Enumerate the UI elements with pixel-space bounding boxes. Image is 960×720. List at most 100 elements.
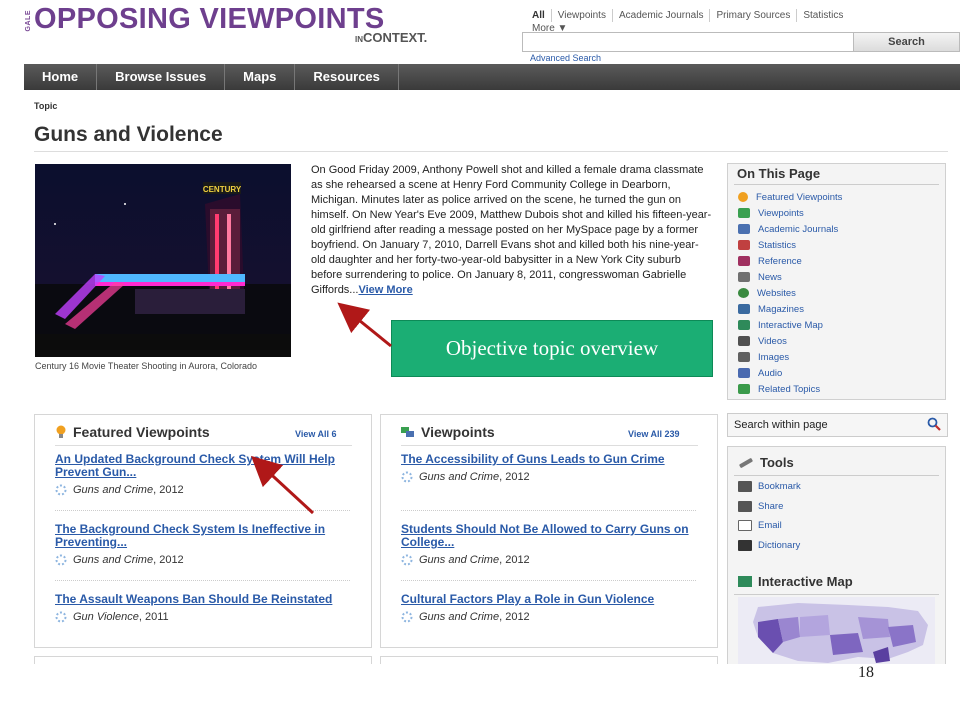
otp-videos[interactable]: Videos (738, 333, 842, 349)
nav-resources[interactable]: Resources (295, 64, 399, 90)
source-spinner-icon (401, 471, 413, 483)
century-sign: CENTURY (203, 185, 242, 194)
featured-item-source: Guns and Crime, 2012 (55, 554, 355, 566)
bookmark-icon (738, 481, 752, 493)
interactive-map-title: Interactive Map (738, 574, 853, 589)
nav-browse-issues[interactable]: Browse Issues (97, 64, 226, 90)
otp-label: Images (758, 351, 790, 363)
in-context-logo: INCONTEXT. (355, 30, 427, 45)
search-within-page[interactable]: Search within page (727, 413, 948, 437)
globe-icon (738, 288, 749, 298)
source-title: Gun Violence (73, 611, 139, 623)
us-map (753, 603, 928, 663)
topic-overview: On Good Friday 2009, Anthony Powell shot… (311, 163, 713, 298)
otp-viewpoints[interactable]: Viewpoints (738, 205, 842, 221)
search-tab-all[interactable]: All (532, 9, 552, 22)
search-button[interactable]: Search (853, 32, 960, 52)
otp-reference[interactable]: Reference (738, 253, 842, 269)
magnifier-icon[interactable] (927, 417, 941, 431)
viewpoint-item-link[interactable]: Cultural Factors Play a Role in Gun Viol… (401, 593, 701, 606)
on-this-page-title: On This Page (737, 166, 821, 181)
tools-list: Bookmark Share Email Dictionary (738, 477, 801, 555)
advanced-search-link[interactable]: Advanced Search (530, 53, 601, 63)
arrow-to-view-more (337, 302, 392, 348)
featured-item-link[interactable]: The Background Check System Is Ineffecti… (55, 523, 355, 549)
magazine-icon (738, 304, 750, 314)
interactive-map-thumbnail[interactable] (738, 597, 935, 667)
tool-dictionary[interactable]: Dictionary (738, 536, 801, 556)
otp-label: Statistics (758, 239, 797, 251)
slide-number: 18 (858, 664, 874, 681)
tool-label: Email (758, 520, 782, 532)
tool-email[interactable]: Email (738, 516, 801, 536)
tool-label: Dictionary (758, 539, 801, 551)
featured-view-all-link[interactable]: View All 6 (295, 429, 337, 439)
viewpoint-item: Students Should Not Be Allowed to Carry … (401, 523, 701, 567)
tool-bookmark[interactable]: Bookmark (738, 477, 801, 497)
source-year: , 2012 (153, 554, 184, 566)
otp-news[interactable]: News (738, 269, 842, 285)
otp-magazines[interactable]: Magazines (738, 301, 842, 317)
main-nav: Home Browse Issues Maps Resources (24, 64, 960, 90)
source-spinner-icon (401, 611, 413, 623)
search-within-label: Search within page (734, 419, 828, 431)
otp-featured-viewpoints[interactable]: Featured Viewpoints (738, 189, 842, 205)
otp-images[interactable]: Images (738, 349, 842, 365)
otp-label: Websites (757, 287, 796, 299)
featured-item-link[interactable]: The Assault Weapons Ban Should Be Reinst… (55, 593, 355, 606)
featured-item-link[interactable]: An Updated Background Check System Will … (55, 453, 355, 479)
search-tab-academic-journals[interactable]: Academic Journals (613, 9, 711, 22)
otp-label: News (758, 271, 782, 283)
on-this-page-panel: On This Page Featured Viewpoints Viewpoi… (727, 163, 946, 400)
on-this-page-list: Featured Viewpoints Viewpoints Academic … (738, 189, 842, 397)
viewpoint-item-link[interactable]: Students Should Not Be Allowed to Carry … (401, 523, 701, 549)
featured-item-source: Guns and Crime, 2012 (55, 484, 355, 496)
email-icon (738, 520, 752, 532)
viewpoint-item-source: Guns and Crime, 2012 (401, 471, 701, 483)
viewpoints-heading: Viewpoints (401, 424, 495, 440)
opposing-viewpoints-logo[interactable]: OPPOSING VIEWPOINTS (34, 3, 385, 36)
viewpoints-icon (401, 427, 414, 437)
otp-academic-journals[interactable]: Academic Journals (738, 221, 842, 237)
source-spinner-icon (401, 554, 413, 566)
overview-text: On Good Friday 2009, Anthony Powell shot… (311, 164, 712, 296)
video-icon (738, 336, 750, 346)
nav-home[interactable]: Home (24, 64, 98, 90)
source-year: , 2012 (499, 611, 530, 623)
speaker-icon (738, 368, 750, 378)
view-more-link[interactable]: View More (358, 284, 412, 296)
otp-related-topics[interactable]: Related Topics (738, 381, 842, 397)
related-topics-icon (738, 384, 750, 394)
source-year: , 2012 (499, 471, 530, 483)
source-spinner-icon (55, 554, 67, 566)
annotation-callout: Objective topic overview (391, 320, 713, 377)
featured-item: An Updated Background Check System Will … (55, 453, 355, 497)
topic-image[interactable]: CENTURY (35, 164, 291, 357)
viewpoints-view-all-link[interactable]: View All 239 (628, 429, 680, 439)
source-year: , 2012 (499, 554, 530, 566)
breadcrumb: Topic (34, 101, 58, 111)
viewpoints-box: Viewpoints View All 239 The Accessibilit… (380, 414, 718, 648)
wrench-icon (739, 457, 753, 468)
featured-item: The Background Check System Is Ineffecti… (55, 523, 355, 567)
map-icon (738, 576, 752, 587)
source-title: Guns and Crime (419, 611, 500, 623)
otp-websites[interactable]: Websites (738, 285, 842, 301)
tools-title-text: Tools (760, 455, 794, 470)
otp-interactive-map[interactable]: Interactive Map (738, 317, 842, 333)
search-tab-primary-sources[interactable]: Primary Sources (710, 9, 798, 22)
source-title: Guns and Crime (73, 484, 154, 496)
nav-maps[interactable]: Maps (225, 64, 296, 90)
viewpoint-separator (401, 580, 696, 581)
search-tab-viewpoints[interactable]: Viewpoints (552, 9, 613, 22)
otp-statistics[interactable]: Statistics (738, 237, 842, 253)
viewpoint-item-source: Guns and Crime, 2012 (401, 611, 701, 623)
otp-audio[interactable]: Audio (738, 365, 842, 381)
viewpoint-item-link[interactable]: The Accessibility of Guns Leads to Gun C… (401, 453, 701, 466)
search-input[interactable] (522, 32, 854, 52)
tool-share[interactable]: Share (738, 497, 801, 517)
gale-logo: GALE (25, 10, 32, 32)
search-tab-statistics[interactable]: Statistics (797, 9, 849, 22)
otp-label: Magazines (758, 303, 804, 315)
featured-viewpoints-title: Featured Viewpoints (73, 424, 210, 440)
